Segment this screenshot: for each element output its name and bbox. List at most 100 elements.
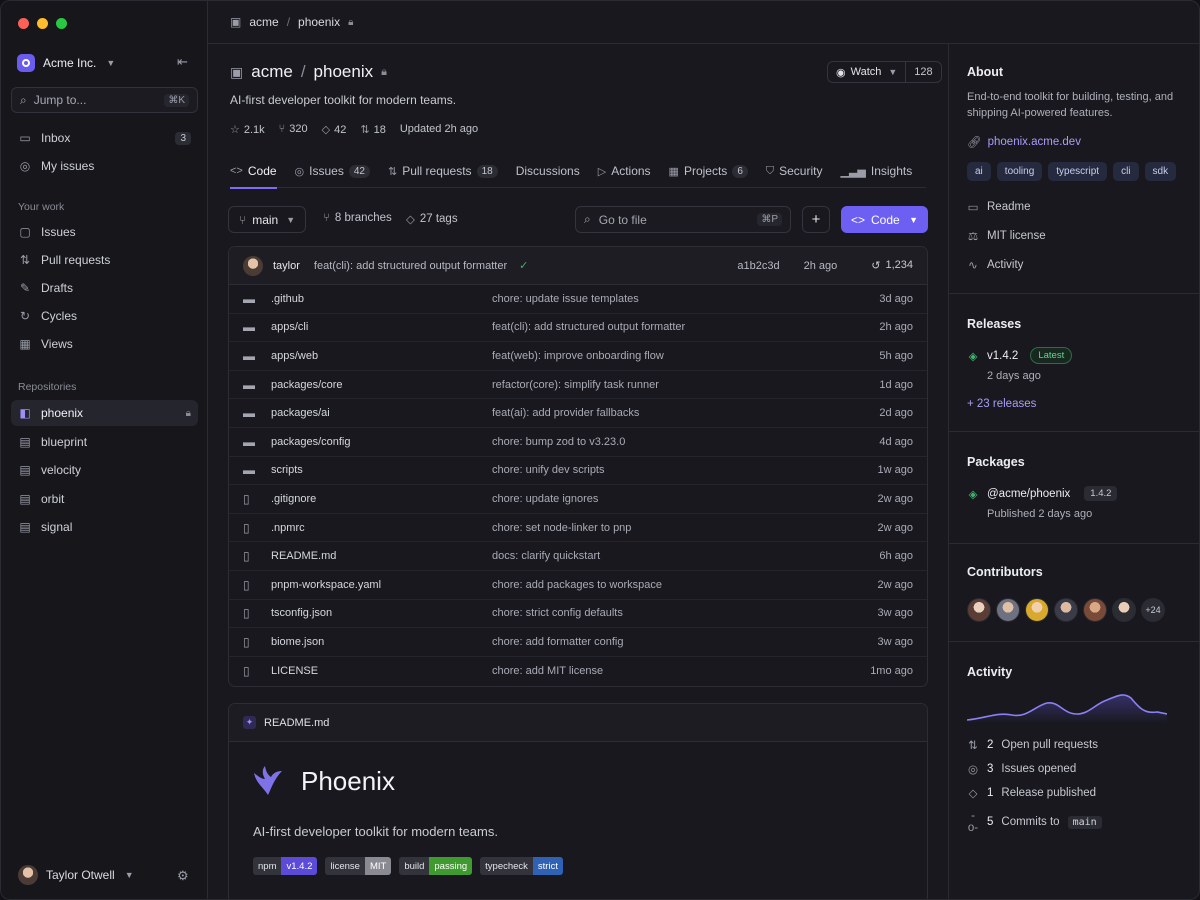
table-row[interactable]: ▬ packages/core refactor(core): simplify t… xyxy=(229,371,927,400)
file-name[interactable]: packages/ai xyxy=(271,407,492,419)
more-contributors[interactable]: +24 xyxy=(1141,598,1165,622)
repo-owner[interactable]: acme xyxy=(251,62,293,82)
file-commit-message[interactable]: chore: set node-linker to pnp xyxy=(492,522,857,534)
close-window-button[interactable] xyxy=(18,18,29,29)
table-row[interactable]: ▯ tsconfig.json chore: strict config defau… xyxy=(229,600,927,629)
user-menu[interactable]: Taylor Otwell ▼ xyxy=(18,865,134,885)
table-row[interactable]: ▯ .gitignore chore: update ignores 2w ago xyxy=(229,485,927,514)
readme-badge[interactable]: typecheck strict xyxy=(480,857,563,875)
sidebar-item-my-issues[interactable]: ◎ My issues xyxy=(11,153,198,179)
file-commit-message[interactable]: chore: bump zod to v3.23.0 xyxy=(492,436,857,448)
table-row[interactable]: ▬ apps/cli feat(cli): add structured outpu… xyxy=(229,314,927,343)
breadcrumb-org[interactable]: acme xyxy=(249,15,278,29)
add-file-button[interactable]: + xyxy=(802,206,830,233)
jump-to-input[interactable]: ⌕ Jump to... ⌘K xyxy=(11,87,198,113)
sidebar-repo-phoenix[interactable]: ◧ phoenix 🔒︎ xyxy=(11,400,198,426)
file-name[interactable]: biome.json xyxy=(271,636,492,648)
commit-author[interactable]: taylor xyxy=(273,260,300,272)
collapse-sidebar-icon[interactable]: ⇤ xyxy=(177,54,188,70)
breadcrumb-repo[interactable]: phoenix xyxy=(298,15,340,29)
file-name[interactable]: apps/cli xyxy=(271,321,492,333)
topic-tag[interactable]: cli xyxy=(1113,162,1139,181)
avatar[interactable] xyxy=(996,598,1020,622)
avatar[interactable] xyxy=(967,598,991,622)
table-row[interactable]: ▯ .npmrc chore: set node-linker to pnp 2w a… xyxy=(229,514,927,543)
file-commit-message[interactable]: chore: add formatter config xyxy=(492,636,857,648)
prs-stat[interactable]: ⇅ 18 xyxy=(360,123,385,136)
activity-commits[interactable]: -o- 5 Commits to main xyxy=(967,810,1102,834)
sidebar-item-views[interactable]: ▦ Views xyxy=(11,331,198,357)
table-row[interactable]: ▯ LICENSE chore: add MIT license 1mo ago xyxy=(229,657,927,686)
file-commit-message[interactable]: feat(ai): add provider fallbacks xyxy=(492,407,857,419)
branches-link[interactable]: ⑂ 8 branches xyxy=(323,212,392,224)
commit-message[interactable]: feat(cli): add structured output formatt… xyxy=(314,260,507,272)
file-commit-message[interactable]: chore: strict config defaults xyxy=(492,607,857,619)
sidebar-item-pull-requests[interactable]: ⇅ Pull requests xyxy=(11,247,198,273)
branch-selector[interactable]: ⑂ main ▼ xyxy=(228,206,307,233)
commit-history-link[interactable]: ↺ 1,234 xyxy=(871,259,913,272)
activity-link[interactable]: ∿ Activity xyxy=(967,258,1023,272)
package-item[interactable]: ◈ @acme/phoenix 1.4.2 xyxy=(967,486,1118,501)
forks-stat[interactable]: ⑂ 320 xyxy=(279,123,308,136)
sidebar-repo-blueprint[interactable]: ▤ blueprint xyxy=(11,429,198,455)
file-name[interactable]: packages/config xyxy=(271,436,492,448)
activity-open-prs[interactable]: ⇅ 2 Open pull requests xyxy=(967,738,1098,752)
topic-tag[interactable]: typescript xyxy=(1048,162,1108,181)
file-commit-message[interactable]: chore: add MIT license xyxy=(492,665,857,677)
readme-badge[interactable]: npm v1.4.2 xyxy=(253,857,318,875)
all-releases-link[interactable]: + 23 releases xyxy=(967,398,1036,410)
tab-actions[interactable]: ▷ Actions xyxy=(598,154,651,188)
file-name[interactable]: LICENSE xyxy=(271,665,492,677)
table-row[interactable]: ▬ packages/ai feat(ai): add provider fallb… xyxy=(229,399,927,428)
file-commit-message[interactable]: feat(cli): add structured output formatt… xyxy=(492,321,857,333)
watch-button[interactable]: ◉ Watch ▼ 128 xyxy=(827,61,942,83)
file-name[interactable]: scripts xyxy=(271,464,492,476)
tab-code[interactable]: <> Code xyxy=(230,154,277,189)
readme-badge[interactable]: build passing xyxy=(399,857,473,875)
table-row[interactable]: ▬ packages/config chore: bump zod to v3.23… xyxy=(229,428,927,457)
avatar[interactable] xyxy=(1025,598,1049,622)
maximize-window-button[interactable] xyxy=(56,18,67,29)
tab-security[interactable]: ⛉ Security xyxy=(766,154,823,188)
file-commit-message[interactable]: chore: update issue templates xyxy=(492,293,857,305)
file-commit-message[interactable]: refactor(core): simplify task runner xyxy=(492,379,857,391)
file-name[interactable]: .gitignore xyxy=(271,493,492,505)
tags-stat[interactable]: ◇ 42 xyxy=(322,123,347,136)
topic-tag[interactable]: tooling xyxy=(996,162,1043,181)
tab-projects[interactable]: ▦ Projects 6 xyxy=(669,154,748,188)
gear-icon[interactable]: ⚙ xyxy=(177,868,189,884)
sidebar-item-drafts[interactable]: ✎ Drafts xyxy=(11,275,198,301)
file-commit-message[interactable]: chore: unify dev scripts xyxy=(492,464,857,476)
go-to-file-input[interactable]: ⌕ Go to file ⌘P xyxy=(575,206,791,233)
topic-tag[interactable]: ai xyxy=(967,162,991,181)
topic-tag[interactable]: sdk xyxy=(1144,162,1177,181)
license-link[interactable]: ⚖ MIT license xyxy=(967,229,1046,243)
tab-issues[interactable]: ◎ Issues 42 xyxy=(295,154,370,188)
file-commit-message[interactable]: feat(web): improve onboarding flow xyxy=(492,350,857,362)
minimize-window-button[interactable] xyxy=(37,18,48,29)
avatar[interactable] xyxy=(1083,598,1107,622)
file-commit-message[interactable]: docs: clarify quickstart xyxy=(492,550,857,562)
table-row[interactable]: ▬ apps/web feat(web): improve onboarding f… xyxy=(229,342,927,371)
table-row[interactable]: ▯ biome.json chore: add formatter config 3w… xyxy=(229,628,927,657)
table-row[interactable]: ▯ README.md docs: clarify quickstart 6h ago xyxy=(229,542,927,571)
avatar[interactable] xyxy=(1054,598,1078,622)
repo-name[interactable]: phoenix xyxy=(314,62,374,82)
table-row[interactable]: ▬ scripts chore: unify dev scripts 1w ago xyxy=(229,457,927,486)
code-dropdown-button[interactable]: <> Code ▼ xyxy=(841,206,928,233)
tags-link[interactable]: ◇ 27 tags xyxy=(406,212,458,226)
sidebar-repo-velocity[interactable]: ▤ velocity xyxy=(11,457,198,483)
tab-insights[interactable]: ▁▃▅ Insights xyxy=(840,154,912,188)
sidebar-item-inbox[interactable]: ▭ Inbox 3 xyxy=(11,125,198,151)
table-row[interactable]: ▬ .github chore: update issue templates 3d … xyxy=(229,285,927,314)
website-link[interactable]: 🔗︎ phoenix.acme.dev xyxy=(967,135,1081,149)
sidebar-repo-orbit[interactable]: ▤ orbit xyxy=(11,486,198,512)
table-row[interactable]: ▯ pnpm-workspace.yaml chore: add packages … xyxy=(229,571,927,600)
file-name[interactable]: pnpm-workspace.yaml xyxy=(271,579,492,591)
tab-pull-requests[interactable]: ⇅ Pull requests 18 xyxy=(388,154,498,188)
file-name[interactable]: .npmrc xyxy=(271,522,492,534)
file-commit-message[interactable]: chore: update ignores xyxy=(492,493,857,505)
activity-release-published[interactable]: ◇ 1 Release published xyxy=(967,786,1096,800)
readme-link[interactable]: ▭ Readme xyxy=(967,200,1031,214)
file-name[interactable]: apps/web xyxy=(271,350,492,362)
